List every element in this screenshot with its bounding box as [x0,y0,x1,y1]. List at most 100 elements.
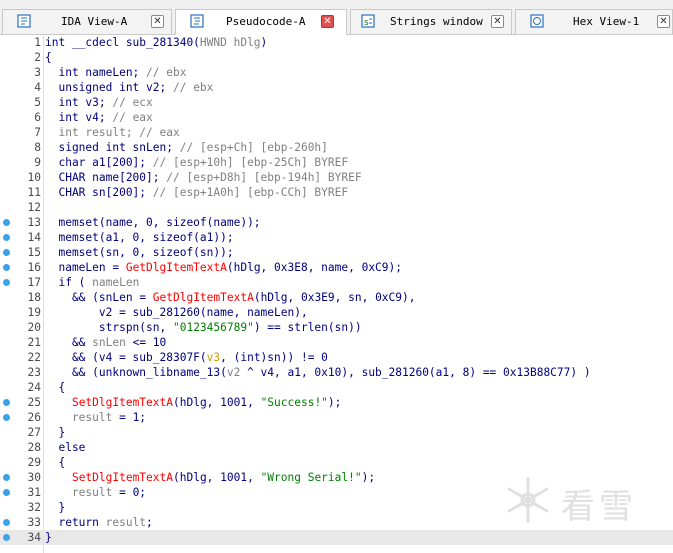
code-text: if ( nameLen [45,275,139,290]
line-number: 10 [27,171,41,184]
code-token: // [esp+10h] [ebp-25Ch] BYREF [152,156,349,169]
line-number: 8 [34,141,41,154]
tab-hex-view-1[interactable]: Hex View-1 ✕ [515,9,673,34]
line-number: 20 [27,321,41,334]
code-text: int v4; // eax [45,110,152,125]
code-token: else [45,441,86,454]
line-number: 16 [27,261,41,274]
code-line[interactable]: 16 nameLen = GetDlgItemTextA(hDlg, 0x3E8… [0,260,673,275]
watermark: 看雪 [503,473,663,527]
code-line[interactable]: 29 { [0,455,673,470]
code-text: memset(sn, 0, sizeof(sn)); [45,245,233,260]
tab-close-button[interactable]: ✕ [321,15,334,28]
code-token: // ebx [146,66,187,79]
code-line[interactable]: 26 result = 1; [0,410,673,425]
tab-close-button[interactable]: ✕ [151,15,164,28]
code-token: result [105,516,147,529]
code-line[interactable]: 25 SetDlgItemTextA(hDlg, 1001, "Success!… [0,395,673,410]
code-line[interactable]: 3 int nameLen; // ebx [0,65,673,80]
tab-bar: IDA View-A ✕ Pseudocode-A ✕ s Strings wi… [0,6,673,35]
code-text: } [45,500,65,515]
code-line[interactable]: 2{ [0,50,673,65]
tab-pseudocode-a[interactable]: Pseudocode-A ✕ [175,9,347,35]
code-text: SetDlgItemTextA(hDlg, 1001, "Success!"); [45,395,341,410]
code-line[interactable]: 21 && snLen <= 10 [0,335,673,350]
code-token: = 1; [112,411,147,424]
tab-ida-view-a[interactable]: IDA View-A ✕ [2,9,172,34]
code-token: result [45,411,113,424]
code-text: result = 0; [45,485,146,500]
code-line[interactable]: 12 [0,200,673,215]
code-token: HWND hDlg [199,36,261,49]
code-token: { [45,51,52,64]
tab-label: Strings window [390,15,483,28]
line-number: 6 [34,111,41,124]
code-line[interactable]: 11 CHAR sn[200]; // [esp+1A0h] [ebp-CCh]… [0,185,673,200]
code-line[interactable]: 18 && (snLen = GetDlgItemTextA(hDlg, 0x3… [0,290,673,305]
code-line[interactable]: 19 v2 = sub_281260(name, nameLen), [0,305,673,320]
code-token: nameLen [92,276,140,289]
line-number: 15 [27,246,41,259]
code-line[interactable]: 1 int __cdecl sub_281340(HWND hDlg) [0,35,673,50]
code-text: SetDlgItemTextA(hDlg, 1001, "Wrong Seria… [45,470,375,485]
tab-label: IDA View-A [61,15,128,28]
code-line[interactable]: 24 { [0,380,673,395]
code-token: int v4; [45,111,113,124]
code-text: && snLen <= 10 [45,335,166,350]
code-line[interactable]: 6 int v4; // eax [0,110,673,125]
code-token: // eax [139,126,180,139]
code-line[interactable]: 23 && (unknown_libname_13(v2 ^ v4, a1, 0… [0,365,673,380]
code-line[interactable]: 34} [0,530,673,545]
code-line[interactable]: 4 unsigned int v2; // ebx [0,80,673,95]
code-text: } [45,425,65,440]
watermark-text: 看雪 [561,487,637,527]
line-number: 33 [27,516,41,529]
code-line[interactable]: 8 signed int snLen; // [esp+Ch] [ebp-260… [0,140,673,155]
code-text: result = 1; [45,410,146,425]
line-number: 30 [27,471,41,484]
code-token: { [45,381,66,394]
code-text: memset(name, 0, sizeof(name)); [45,215,260,230]
code-line[interactable]: 17 if ( nameLen [0,275,673,290]
code-line[interactable]: 28 else [0,440,673,455]
code-token: ) [260,36,268,49]
code-token: int result; [45,126,140,139]
code-line[interactable]: 9 char a1[200]; // [esp+10h] [ebp-25Ch] … [0,155,673,170]
code-line[interactable]: 14 memset(a1, 0, sizeof(a1)); [0,230,673,245]
code-token: v2 [226,366,241,379]
code-token: && (v4 = sub_28307F( [45,351,207,364]
code-token: memset(a1, 0, sizeof(a1)); [45,231,234,244]
code-token: "Success!" [260,396,328,409]
code-line[interactable]: 27 } [0,425,673,440]
code-text: int result; // eax [45,125,180,140]
line-number: 12 [27,201,41,214]
code-token: char a1[200]; [45,156,153,169]
code-text: unsigned int v2; // ebx [45,80,213,95]
code-line[interactable]: 20 strspn(sn, "0123456789") == strlen(sn… [0,320,673,335]
line-number: 4 [34,81,41,94]
code-token: // [esp+Ch] [ebp-260h] [179,141,328,154]
line-number: 2 [34,51,41,64]
code-line[interactable]: 15 memset(sn, 0, sizeof(sn)); [0,245,673,260]
code-token: (hDlg, 1001, [173,396,261,409]
code-line[interactable]: 22 && (v4 = sub_28307F(v3, (int)sn)) != … [0,350,673,365]
code-text: && (v4 = sub_28307F(v3, (int)sn)) != 0 [45,350,328,365]
code-text: int v3; // ecx [45,95,152,110]
code-text: && (snLen = GetDlgItemTextA(hDlg, 0x3E9,… [45,290,416,305]
tab-label: Hex View-1 [573,15,640,28]
tab-strings-window[interactable]: s Strings window ✕ [350,9,512,34]
code-line[interactable]: 10 CHAR name[200]; // [esp+D8h] [ebp-194… [0,170,673,185]
ida-view-icon [17,14,31,28]
tab-close-button[interactable]: ✕ [657,15,670,28]
code-text: signed int snLen; // [esp+Ch] [ebp-260h] [45,140,328,155]
strings-icon: s [361,14,375,28]
code-token: <= 10 [125,336,167,349]
code-line[interactable]: 5 int v3; // ecx [0,95,673,110]
code-line[interactable]: 7 int result; // eax [0,125,673,140]
code-token: "0123456789" [172,321,254,334]
code-token: unsigned int v2; [45,81,173,94]
tab-close-button[interactable]: ✕ [491,15,504,28]
code-token: v3 [206,351,221,364]
code-text: CHAR sn[200]; // [esp+1A0h] [ebp-CCh] BY… [45,185,348,200]
code-line[interactable]: 13 memset(name, 0, sizeof(name)); [0,215,673,230]
